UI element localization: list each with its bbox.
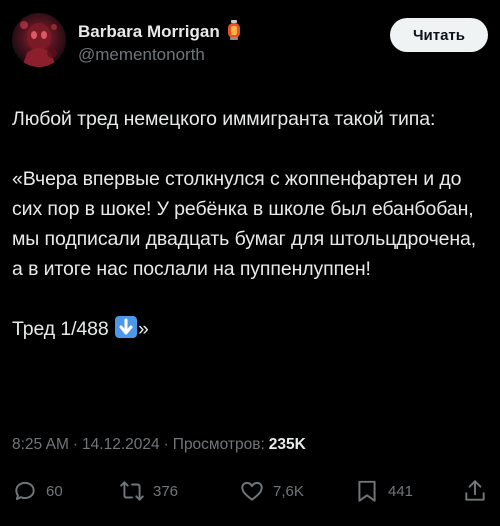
author-display-name[interactable]: Barbara Morrigan xyxy=(78,22,220,42)
author-name-row: Barbara Morrigan xyxy=(78,19,242,45)
post-text-thread-prefix: Тред 1/488 xyxy=(12,318,109,340)
post-actions: 60 376 7,6K 441 xyxy=(12,476,490,506)
post-text-thread-suffix: » xyxy=(138,318,149,340)
post-header: Barbara Morrigan @mementonorth Читать xyxy=(12,13,488,67)
post-text-quote: «Вчера впервые столкнулся с жоппенфартен… xyxy=(12,168,477,280)
heart-icon xyxy=(239,478,265,504)
bookmark-icon xyxy=(354,478,380,504)
avatar[interactable] xyxy=(12,13,66,67)
repost-icon xyxy=(119,478,145,504)
share-button[interactable] xyxy=(462,476,488,506)
like-count: 7,6K xyxy=(273,482,304,500)
views-count: 235K xyxy=(268,436,306,453)
meta-separator: · xyxy=(163,436,169,453)
post-date[interactable]: 14.12.2024 xyxy=(82,436,160,454)
bookmark-count: 441 xyxy=(388,482,414,500)
follow-button[interactable]: Читать xyxy=(390,18,488,52)
views-label: Просмотров: xyxy=(172,436,265,453)
share-icon xyxy=(462,478,488,504)
repost-count: 376 xyxy=(153,482,179,500)
reply-icon xyxy=(12,478,38,504)
down-arrow-emoji-icon xyxy=(115,316,137,338)
reply-button[interactable]: 60 xyxy=(12,476,63,506)
reply-count: 60 xyxy=(46,482,63,500)
post-time[interactable]: 8:25 AM xyxy=(12,436,69,454)
repost-button[interactable]: 376 xyxy=(119,476,178,506)
like-button[interactable]: 7,6K xyxy=(239,476,304,506)
post-meta: 8:25 AM · 14.12.2024 · Просмотров: 235K xyxy=(12,436,306,454)
meta-separator: · xyxy=(72,436,79,453)
bookmark-button[interactable]: 441 xyxy=(354,476,413,506)
post-text: Любой тред немецкого иммигранта такой ти… xyxy=(12,104,490,344)
lantern-emoji-icon xyxy=(226,19,242,45)
post-text-intro: Любой тред немецкого иммигранта такой ти… xyxy=(12,108,436,130)
author-handle[interactable]: @mementonorth xyxy=(78,45,205,65)
